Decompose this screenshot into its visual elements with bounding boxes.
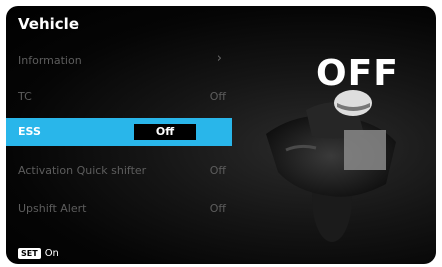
menu-item-label: TC: [18, 90, 32, 103]
screen: Vehicle Information › TC Off ESS Off Act…: [6, 6, 436, 264]
motorcycle-rider-illustration: [266, 90, 396, 242]
menu-item-label: ESS: [18, 125, 41, 138]
menu-item-value: Off: [209, 90, 226, 103]
footer-hint-text: On: [44, 248, 59, 259]
menu-item-label: Activation Quick shifter: [18, 164, 147, 177]
menu-item-value: Off: [209, 164, 226, 177]
menu-item-value[interactable]: Off: [134, 124, 196, 140]
menu-item-ess[interactable]: ESS Off: [6, 118, 232, 146]
menu-item-upshift-alert[interactable]: Upshift Alert Off: [6, 195, 232, 223]
menu-item-value: Off: [209, 202, 226, 215]
menu-item-tc[interactable]: TC Off: [6, 83, 232, 111]
footer-hint: SET On: [18, 248, 59, 259]
menu-item-information[interactable]: Information ›: [6, 47, 232, 75]
chevron-right-icon: ›: [216, 51, 222, 66]
page-title: Vehicle: [18, 15, 79, 33]
menu-item-activation-quick-shifter[interactable]: Activation Quick shifter Off: [6, 157, 232, 185]
menu-item-label: Information: [18, 54, 82, 67]
set-button-badge[interactable]: SET: [18, 248, 41, 259]
menu-item-label: Upshift Alert: [18, 202, 87, 215]
